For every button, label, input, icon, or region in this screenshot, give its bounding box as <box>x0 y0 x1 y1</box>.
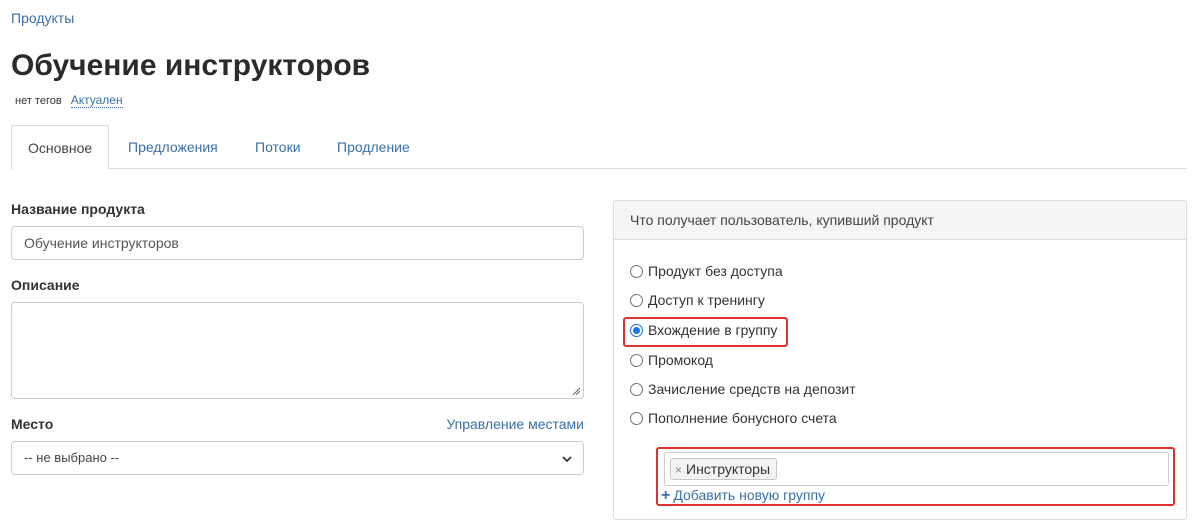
status-link[interactable]: Актуален <box>70 93 123 108</box>
option-deposit[interactable]: Зачисление средств на депозит <box>630 379 856 399</box>
tab-offers[interactable]: Предложения <box>112 125 234 169</box>
option-label: Пополнение бонусного счета <box>648 410 837 426</box>
page-title: Обучение инструкторов <box>11 49 371 82</box>
tab-renewal[interactable]: Продление <box>321 125 426 169</box>
option-label: Зачисление средств на депозит <box>648 381 856 397</box>
radio-button[interactable] <box>630 294 643 307</box>
option-training-access[interactable]: Доступ к тренингу <box>630 290 765 310</box>
access-panel: Что получает пользователь, купивший прод… <box>613 200 1187 520</box>
breadcrumb-products[interactable]: Продукты <box>11 10 74 26</box>
option-label: Продукт без доступа <box>648 263 783 279</box>
product-name-input[interactable] <box>11 226 584 260</box>
option-no-access[interactable]: Продукт без доступа <box>630 261 783 281</box>
option-bonus[interactable]: Пополнение бонусного счета <box>630 408 837 428</box>
product-name-label: Название продукта <box>11 201 145 217</box>
option-label: Промокод <box>648 352 713 368</box>
resize-handle-icon[interactable] <box>572 387 580 395</box>
description-textarea[interactable] <box>11 302 584 399</box>
radio-button[interactable] <box>630 354 643 367</box>
tab-streams[interactable]: Потоки <box>239 125 317 169</box>
tab-main[interactable]: Основное <box>11 125 110 170</box>
tags-text[interactable]: нет тегов <box>15 95 62 107</box>
place-selected-value: -- не выбрано -- <box>24 450 120 465</box>
place-select[interactable]: -- не выбрано -- <box>11 441 584 475</box>
tab-bar: Основное Предложения Потоки Продление <box>11 125 1187 170</box>
access-panel-heading: Что получает пользователь, купивший прод… <box>614 201 1186 240</box>
highlight-box-option <box>623 317 788 347</box>
place-label: Место <box>11 416 54 432</box>
option-label: Доступ к тренингу <box>648 292 765 308</box>
highlight-box-group <box>656 447 1175 506</box>
product-meta: нет тегов Актуален <box>15 93 123 108</box>
option-promo-code[interactable]: Промокод <box>630 350 713 370</box>
chevron-down-icon <box>562 456 572 463</box>
radio-button[interactable] <box>630 265 643 278</box>
radio-button[interactable] <box>630 383 643 396</box>
radio-button[interactable] <box>630 412 643 425</box>
manage-places-link[interactable]: Управление местами <box>446 416 584 432</box>
description-label: Описание <box>11 277 80 293</box>
